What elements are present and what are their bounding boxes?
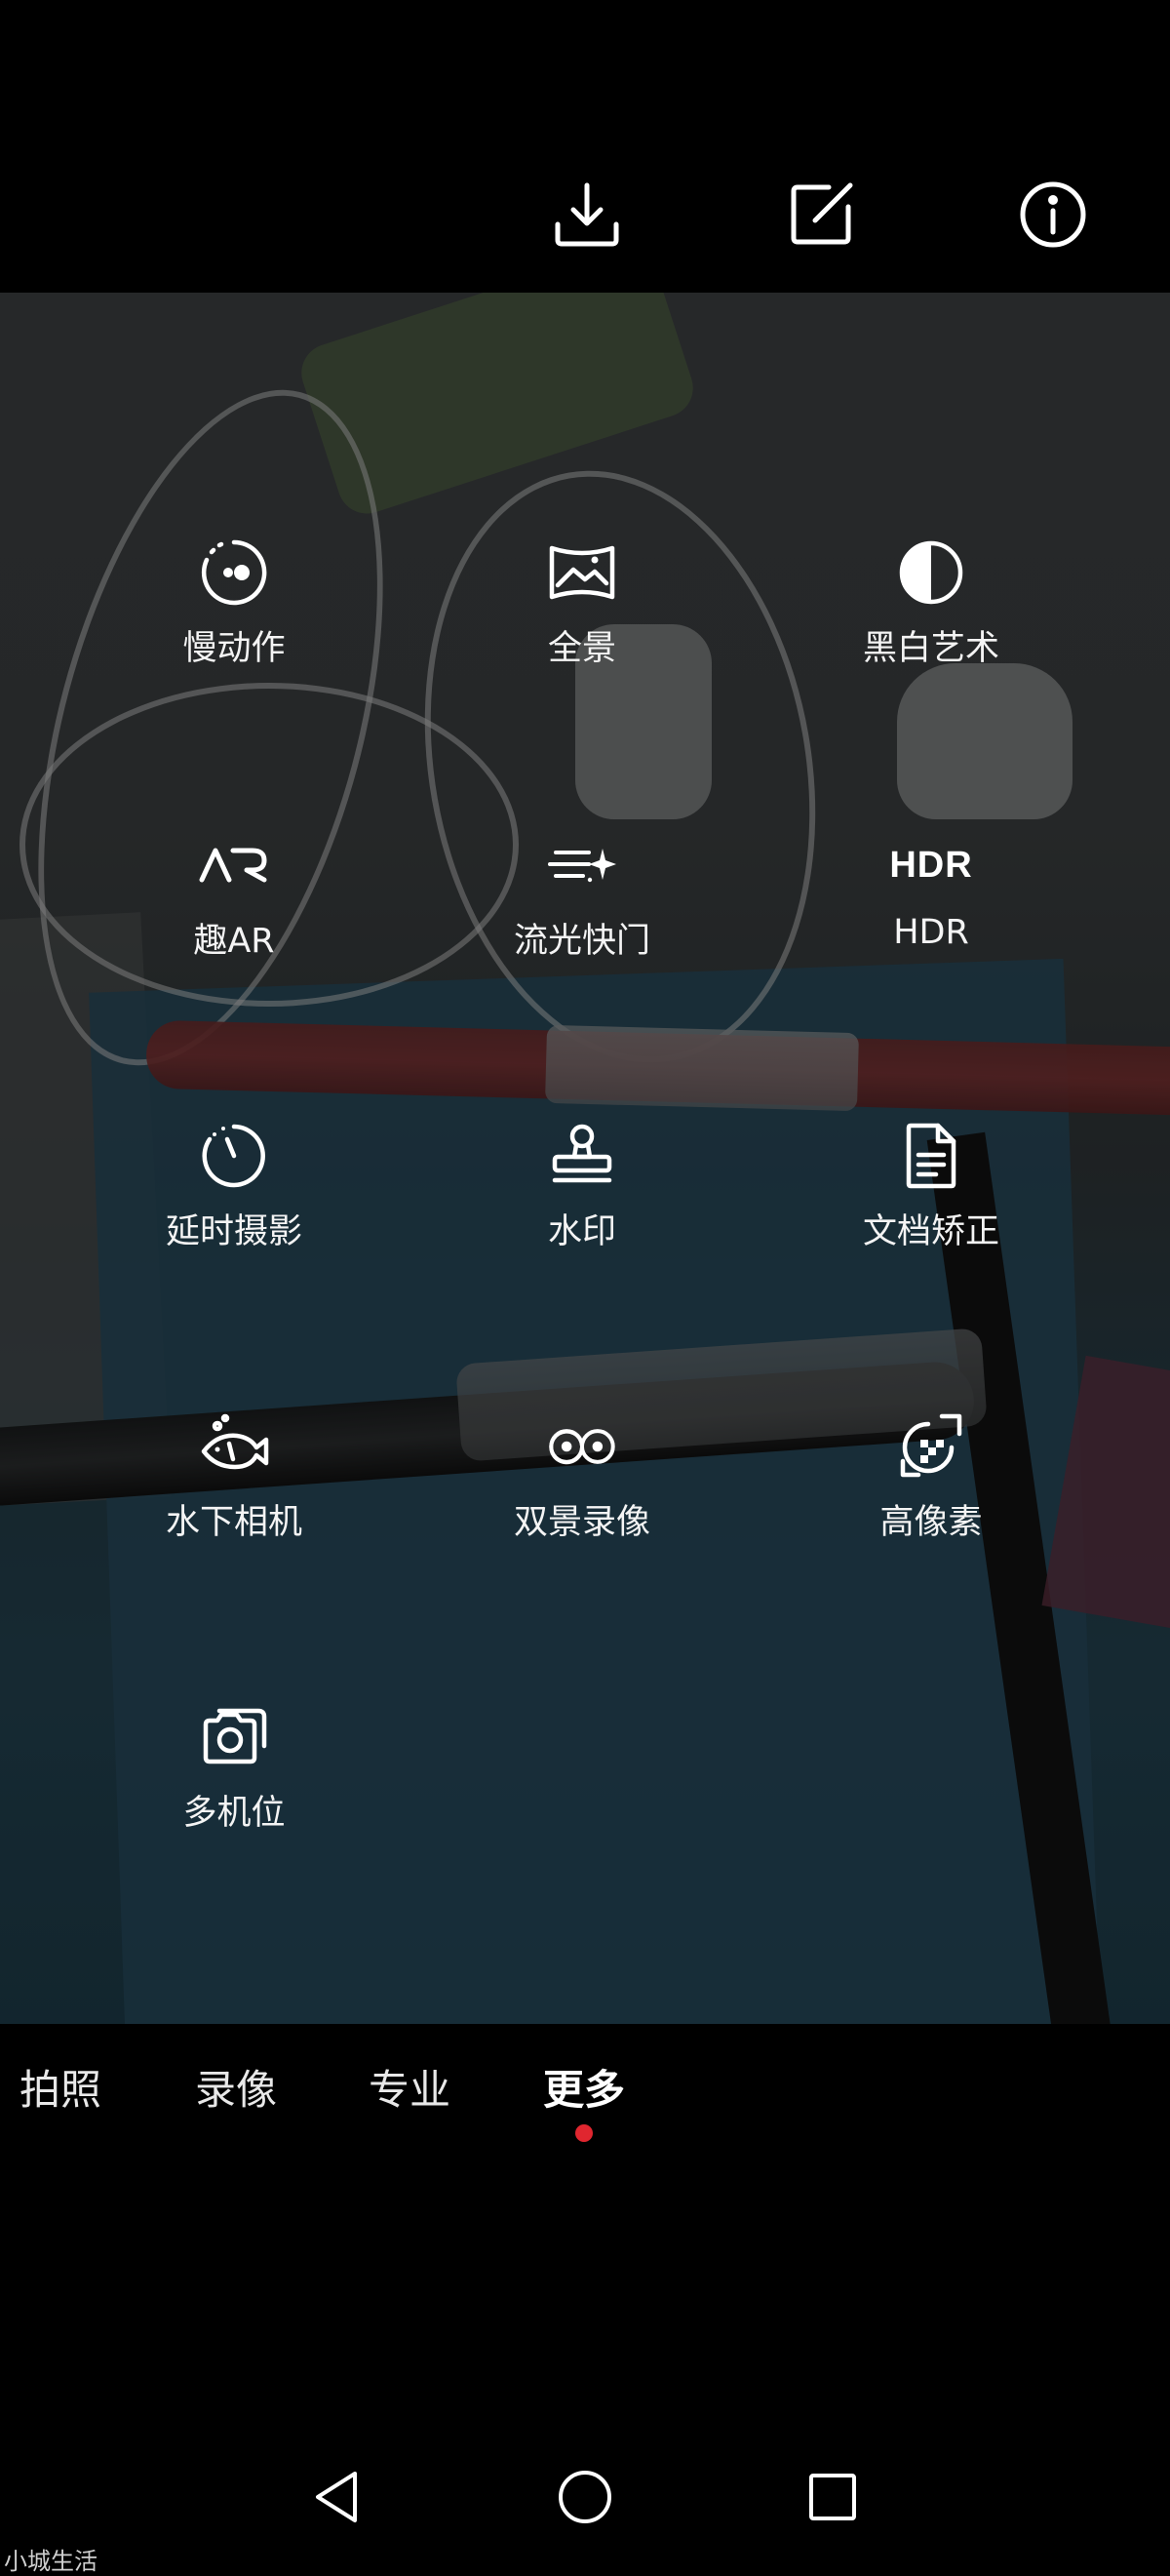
mode-label: 高像素: [879, 1503, 983, 1542]
mode-document[interactable]: 文档矫正: [804, 1120, 1058, 1276]
mode-high-resolution[interactable]: 高像素: [804, 1410, 1058, 1566]
edit-icon[interactable]: [782, 176, 860, 254]
mode-label: 趣AR: [193, 922, 275, 961]
watermark-text: 小城生活: [4, 2548, 98, 2575]
active-tab-indicator: [575, 2124, 593, 2142]
mode-slow-motion[interactable]: 慢动作: [107, 536, 361, 693]
mode-label: 水下相机: [165, 1503, 302, 1542]
monochrome-icon: [895, 536, 967, 609]
mode-label: 水印: [547, 1212, 616, 1251]
hdr-icon-text: HDR: [889, 844, 973, 886]
underwater-fish-icon: [198, 1410, 270, 1483]
mode-label: 文档矫正: [862, 1212, 999, 1251]
mode-label: 多机位: [182, 1794, 286, 1833]
tab-pro[interactable]: 专业: [369, 2057, 450, 2117]
system-nav-bar: [0, 2458, 1170, 2565]
mode-multi-camera[interactable]: 多机位: [107, 1701, 361, 1857]
watermark-stamp-icon: [546, 1120, 618, 1192]
mode-monochrome[interactable]: 黑白艺术: [804, 536, 1058, 693]
mode-watermark[interactable]: 水印: [455, 1120, 709, 1276]
high-resolution-icon: [895, 1410, 967, 1483]
mode-label: HDR: [893, 913, 969, 952]
camera-preview: 慢动作 全景 黑白艺术 趣AR 流光快门 HDR HDR 延时摄影 水印 文档矫…: [0, 293, 1170, 2024]
tab-video[interactable]: 录像: [195, 2057, 277, 2117]
mode-label: 双景录像: [513, 1503, 650, 1542]
mode-label: 黑白艺术: [862, 629, 999, 668]
light-painting-icon: [546, 829, 618, 901]
top-toolbar: [0, 0, 1170, 293]
mode-timelapse[interactable]: 延时摄影: [107, 1120, 361, 1276]
ar-icon: [198, 829, 270, 901]
tab-more[interactable]: 更多: [543, 2057, 625, 2117]
slow-motion-icon: [198, 536, 270, 609]
tab-photo[interactable]: 拍照: [20, 2057, 101, 2117]
mode-light-painting[interactable]: 流光快门: [455, 829, 709, 985]
mode-ar[interactable]: 趣AR: [107, 829, 361, 985]
info-icon[interactable]: [1014, 176, 1092, 254]
mode-underwater[interactable]: 水下相机: [107, 1410, 361, 1566]
back-icon[interactable]: [298, 2458, 376, 2536]
timelapse-icon: [198, 1120, 270, 1192]
mode-label: 延时摄影: [165, 1212, 302, 1251]
mode-label: 全景: [547, 629, 616, 668]
mode-hdr[interactable]: HDR HDR: [804, 829, 1058, 985]
recents-icon[interactable]: [794, 2458, 872, 2536]
mode-panorama[interactable]: 全景: [455, 536, 709, 693]
dual-view-icon: [546, 1410, 618, 1483]
mode-label: 流光快门: [513, 922, 650, 961]
panorama-icon: [546, 536, 618, 609]
hdr-icon: HDR: [889, 829, 971, 901]
mode-dual-view[interactable]: 双景录像: [455, 1410, 709, 1566]
document-icon: [895, 1120, 967, 1192]
home-icon[interactable]: [546, 2458, 624, 2536]
mode-label: 慢动作: [182, 629, 286, 668]
multi-camera-icon: [198, 1701, 270, 1773]
download-icon[interactable]: [548, 176, 626, 254]
